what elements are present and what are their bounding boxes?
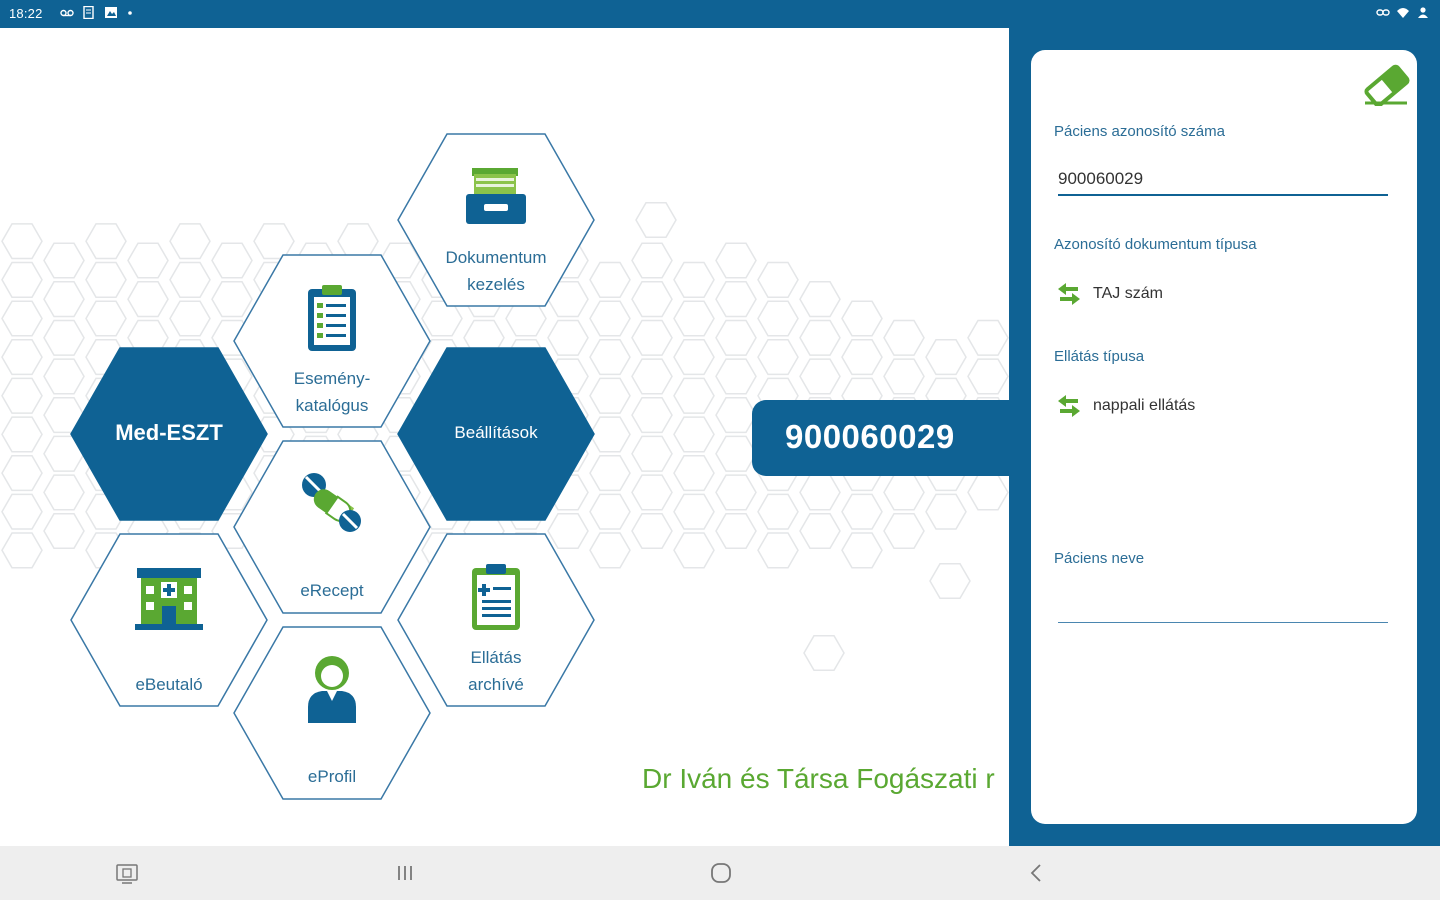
recents-icon[interactable] xyxy=(390,858,420,888)
eraser-icon[interactable] xyxy=(1361,62,1413,106)
menu-item-eprofil[interactable]: eProfil xyxy=(232,625,432,801)
bg-hex-cell xyxy=(883,358,925,395)
bg-hex-cell xyxy=(757,339,799,376)
bg-hex-cell xyxy=(757,493,799,530)
main-area: Dokumentum kezelés Esemény- katalógus Me… xyxy=(0,28,1010,846)
dot-icon xyxy=(128,11,132,15)
patient-id-badge: 900060029 xyxy=(752,400,1010,476)
bg-hex-cell xyxy=(715,319,757,356)
bg-hex-cell xyxy=(967,474,1009,511)
bg-hex-cell xyxy=(967,358,1009,395)
back-icon[interactable] xyxy=(1022,858,1052,888)
patient-id-label: Páciens azonosító száma xyxy=(1054,123,1225,140)
status-time: 18:22 xyxy=(9,6,43,21)
care-type-value: nappali ellátás xyxy=(1093,397,1196,414)
home-icon[interactable] xyxy=(706,858,736,888)
system-nav-bar xyxy=(0,846,1440,900)
bg-hex-cell xyxy=(715,474,757,511)
bg-hex-cell xyxy=(673,493,715,530)
bg-hex-cell xyxy=(925,339,967,376)
bg-hex-cell xyxy=(715,435,757,472)
swap-arrows-icon xyxy=(1058,283,1080,305)
bg-hex-cell xyxy=(841,300,883,337)
care-type-label: Ellátás típusa xyxy=(1054,348,1145,365)
bg-hex-cell xyxy=(929,562,971,600)
screenshot-icon[interactable] xyxy=(112,858,142,888)
link-icon xyxy=(1376,9,1390,16)
file-tray-icon xyxy=(466,168,526,224)
account-icon xyxy=(1418,7,1428,18)
hospital-icon xyxy=(135,568,203,630)
clinic-name: Dr Iván és Társa Fogászati r xyxy=(642,763,995,794)
patient-id-badge-text: 900060029 xyxy=(785,418,955,455)
bg-hex-cell xyxy=(803,634,845,672)
bg-hex-cell xyxy=(757,532,799,569)
bg-hex-cell xyxy=(883,474,925,511)
bg-hex-cell xyxy=(673,416,715,453)
bg-hex-cell xyxy=(883,512,925,550)
patient-id-input[interactable] xyxy=(1058,164,1388,196)
bg-hex-cell xyxy=(925,493,967,530)
pills-icon xyxy=(302,473,361,532)
bg-hex-cell xyxy=(673,261,715,298)
bg-hex-cell xyxy=(673,377,715,414)
swap-arrows-icon xyxy=(1058,395,1080,417)
care-type-selector[interactable]: nappali ellátás xyxy=(1054,391,1195,421)
bg-hex-cell xyxy=(799,512,841,550)
doc-type-selector[interactable]: TAJ szám xyxy=(1054,279,1163,309)
bg-hex-cell xyxy=(673,532,715,569)
bg-hex-cell xyxy=(715,281,757,318)
status-bar: 18:22 xyxy=(0,0,1440,28)
bg-hex-cell xyxy=(757,300,799,337)
bg-hex-cell xyxy=(715,512,757,550)
bg-hex-cell xyxy=(715,358,757,395)
medical-clipboard-icon xyxy=(472,564,520,630)
bg-hex-cell xyxy=(715,242,757,279)
bg-hex-cell xyxy=(883,319,925,356)
bg-hex-cell xyxy=(841,493,883,530)
wifi-icon xyxy=(1397,8,1409,18)
patient-name-label: Páciens neve xyxy=(1054,550,1145,567)
document-icon xyxy=(83,6,94,19)
bg-hex-cell xyxy=(799,319,841,356)
image-icon xyxy=(105,7,117,18)
menu-label-eprofil: eProfil xyxy=(307,767,357,786)
bg-hex-cell xyxy=(799,281,841,318)
hex-menu: Dokumentum kezelés Esemény- katalógus Me… xyxy=(0,28,640,846)
bg-hex-cell xyxy=(635,201,677,239)
bg-hex-cell xyxy=(673,454,715,492)
clipboard-checklist-icon xyxy=(308,285,356,351)
patient-name-input[interactable] xyxy=(1058,592,1388,623)
bg-hex-cell xyxy=(799,474,841,511)
patient-form-card: Páciens azonosító száma Azonosító dokume… xyxy=(1031,50,1417,824)
bg-hex-cell xyxy=(841,339,883,376)
doc-type-value: TAJ szám xyxy=(1093,285,1163,302)
bg-hex-cell xyxy=(799,358,841,395)
bg-hex-cell xyxy=(967,319,1009,356)
bg-hex-cell xyxy=(841,532,883,569)
bg-hex-cell xyxy=(715,397,757,434)
voicemail-icon xyxy=(60,9,74,17)
bg-hex-cell xyxy=(757,261,799,298)
doc-type-label: Azonosító dokumentum típusa xyxy=(1054,236,1257,253)
patient-panel: Páciens azonosító száma Azonosító dokume… xyxy=(1009,28,1440,846)
user-profile-icon xyxy=(308,656,356,723)
bg-hex-cell xyxy=(673,339,715,376)
bg-hex-cell xyxy=(673,300,715,337)
